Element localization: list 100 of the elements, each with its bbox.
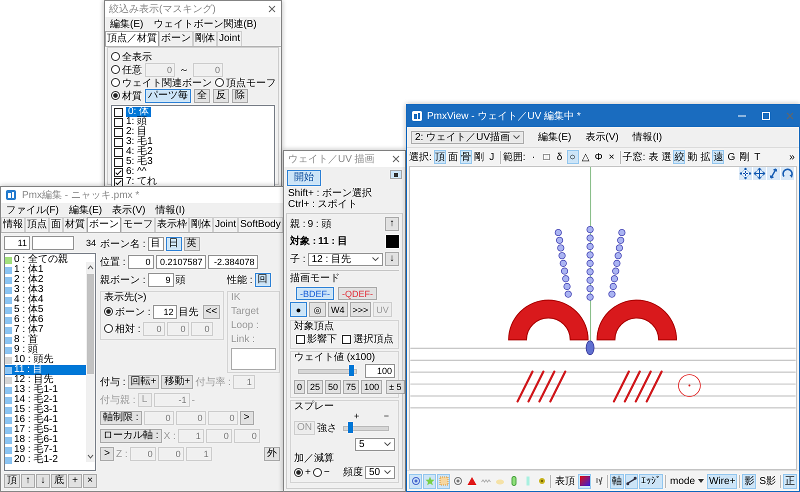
toggle-button[interactable]: 全 [194, 88, 210, 102]
input-field[interactable]: 0 [158, 447, 184, 461]
preset-button[interactable]: 75 [343, 380, 360, 394]
toolbar-button[interactable]: S影 [757, 474, 778, 488]
input-field[interactable]: -1 [154, 393, 190, 407]
local-axis-button[interactable]: ローカル軸 : [100, 429, 162, 443]
axis-limit-button[interactable]: 軸制限 : [100, 411, 142, 425]
menu-item[interactable]: 編集(E) [110, 17, 144, 31]
tab[interactable]: Joint [217, 31, 242, 46]
input-field[interactable]: -2.384078 [208, 255, 258, 269]
rotate-button[interactable]: 回 [254, 273, 271, 287]
tool-button[interactable]: 表 [647, 150, 660, 164]
input-field[interactable]: 0 [176, 411, 206, 425]
color-button[interactable] [578, 474, 591, 488]
tool-button[interactable]: 選 [660, 150, 672, 164]
list-button[interactable]: × [83, 474, 97, 488]
list-item[interactable]: 1: 頭 [113, 117, 273, 127]
search-field[interactable] [32, 236, 74, 250]
list-item[interactable]: 6: ^^ [113, 167, 273, 177]
tab[interactable]: 頂点／材質 [105, 31, 159, 46]
list-item[interactable]: 1 : 体1 [5, 265, 86, 275]
input-field[interactable]: 1 [232, 375, 255, 389]
radio-button[interactable]: + [294, 466, 311, 478]
input-field[interactable]: 11 [4, 236, 30, 250]
down-button[interactable]: ↓ [385, 252, 399, 266]
tool-button[interactable]: 骨 [460, 150, 472, 164]
checkbox[interactable] [114, 128, 123, 136]
menu-item[interactable]: 表示(V) [112, 203, 146, 217]
radio-button[interactable]: − [312, 466, 330, 478]
toggle-button[interactable]: パーツ毎 [145, 88, 191, 102]
menu-item[interactable]: 情報(I) [155, 203, 185, 217]
tab[interactable]: ボーン [87, 217, 121, 232]
input-field[interactable]: 9 [148, 273, 174, 287]
overflow-button[interactable]: » [787, 150, 797, 164]
list-item[interactable]: 13 : 毛1-1 [5, 385, 86, 395]
toolbar-button[interactable]: 軸 [610, 474, 624, 488]
tool-button[interactable]: Φ [592, 150, 605, 164]
maximize-icon[interactable] [761, 111, 771, 121]
list-button[interactable]: 頂 [4, 474, 20, 488]
tool-button[interactable]: G [725, 150, 738, 164]
radio-button[interactable]: 相対 : [104, 322, 141, 336]
menu-item[interactable]: 情報(I) [632, 130, 662, 144]
list-item[interactable]: 19 : 毛7-1 [5, 445, 86, 455]
list-button[interactable]: + [68, 474, 82, 488]
tab[interactable]: 剛体 [189, 217, 213, 232]
list-item[interactable]: 4 : 体4 [5, 295, 86, 305]
menu-item[interactable]: 編集(E) [538, 130, 572, 144]
checkbox[interactable] [114, 178, 123, 186]
list-item[interactable]: 6 : 体6 [5, 315, 86, 325]
arrow-button[interactable]: > [100, 447, 114, 461]
tool-button[interactable]: × [606, 150, 618, 164]
preset-button[interactable]: 100 [361, 380, 382, 394]
input-field[interactable]: 0 [166, 322, 189, 336]
move-icon[interactable] [739, 167, 752, 180]
bone-button[interactable] [625, 474, 638, 488]
brush-button[interactable]: ◎ [309, 302, 326, 317]
pin-button[interactable] [390, 170, 402, 179]
list-item[interactable]: 4: 毛2 [113, 147, 273, 157]
tab[interactable]: 頂点 [25, 217, 49, 232]
checkbox[interactable] [114, 158, 123, 166]
tool-button[interactable]: 絞 [673, 150, 686, 164]
brush-button[interactable]: >>> [350, 302, 372, 317]
language-button[interactable]: 英 [184, 237, 200, 251]
list-item[interactable]: 3: 毛1 [113, 137, 273, 147]
grant-button[interactable]: 移動+ [161, 375, 194, 389]
preset-button[interactable]: 50 [325, 380, 342, 394]
menu-item[interactable]: 編集(E) [68, 203, 102, 217]
list-item[interactable]: 3 : 体3 [5, 285, 86, 295]
input-field[interactable]: 0 [193, 62, 223, 76]
input-field[interactable]: 0 [142, 322, 165, 336]
up-button[interactable]: ↑ [385, 217, 399, 231]
checkbox[interactable] [114, 108, 123, 116]
mode-button[interactable]: -BDEF- [296, 286, 334, 300]
menu-item[interactable]: 表示(V) [585, 130, 619, 144]
tab[interactable]: モーフ [121, 217, 155, 232]
list-item[interactable]: 10 : 頭先 [5, 355, 86, 365]
tool-button[interactable]: 遠 [712, 150, 724, 164]
checkbox[interactable] [114, 168, 123, 176]
toolbar-button[interactable]: 影 [742, 474, 756, 488]
close-icon[interactable] [267, 4, 277, 14]
toolbar-button[interactable]: Wire+ [707, 474, 738, 488]
list-item[interactable]: 8 : 首 [5, 335, 86, 345]
rotate-icon[interactable] [781, 167, 794, 180]
tool-button[interactable]: 拡 [699, 150, 712, 164]
tab[interactable]: 面 [49, 217, 63, 232]
tab[interactable]: SoftBody [238, 217, 283, 232]
input-field[interactable]: 0 [128, 255, 154, 269]
tool-button[interactable]: J [486, 150, 498, 164]
brush-button[interactable]: ● [290, 302, 307, 317]
dropdown[interactable]: 50 [365, 466, 395, 478]
point-button[interactable] [409, 474, 422, 488]
list-item[interactable]: 2 : 体2 [5, 275, 86, 285]
tool-button[interactable]: 頂 [434, 150, 446, 164]
tool-button[interactable]: δ [554, 150, 566, 164]
toolbar-button[interactable]: ｴｯｼﾞ [639, 474, 663, 488]
list-item[interactable]: 2: 目 [113, 127, 273, 137]
tool-button[interactable]: △ [580, 150, 592, 164]
tool-button[interactable]: 動 [686, 150, 698, 164]
list-item[interactable]: 17 : 毛5-1 [5, 425, 86, 435]
list-item[interactable]: 5 : 体5 [5, 305, 86, 315]
